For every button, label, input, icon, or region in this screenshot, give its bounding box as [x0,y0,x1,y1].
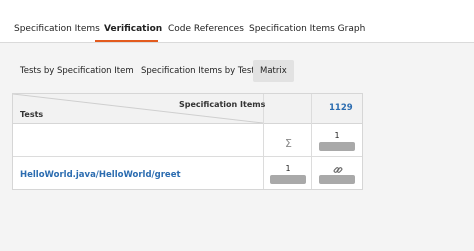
top-navigation: Specification Items Verification Code Re… [0,0,474,43]
tab-specification-items-graph[interactable]: Specification Items Graph [249,24,365,34]
verification-matrix: Specification Items Tests 1129 Σ 1 Hello… [12,93,363,190]
link-progress-bar [319,175,355,184]
test-count: 1 [285,164,291,173]
subtab-matrix[interactable]: Matrix [253,60,294,82]
link-icon[interactable] [333,165,343,175]
subtab-specification-items-by-test[interactable]: Specification Items by Test [134,60,262,82]
tab-verification[interactable]: Verification [104,24,162,34]
specification-items-header: Specification Items [179,100,266,109]
sum-count: 1 [334,131,340,140]
subtab-tests-by-specification-item[interactable]: Tests by Specification Item [13,60,141,82]
active-tab-underline [95,40,158,42]
requirement-link[interactable]: 1129 [329,103,353,113]
tests-header: Tests [20,110,44,119]
test-progress-bar [270,175,306,184]
row-divider [13,156,362,157]
tab-code-references[interactable]: Code References [168,24,244,34]
sum-icon: Σ [285,137,292,150]
tab-specification-items[interactable]: Specification Items [14,24,100,34]
sum-progress-bar [319,142,355,151]
column-divider [311,94,312,189]
test-link[interactable]: HelloWorld.java/HelloWorld/greet [20,170,181,180]
